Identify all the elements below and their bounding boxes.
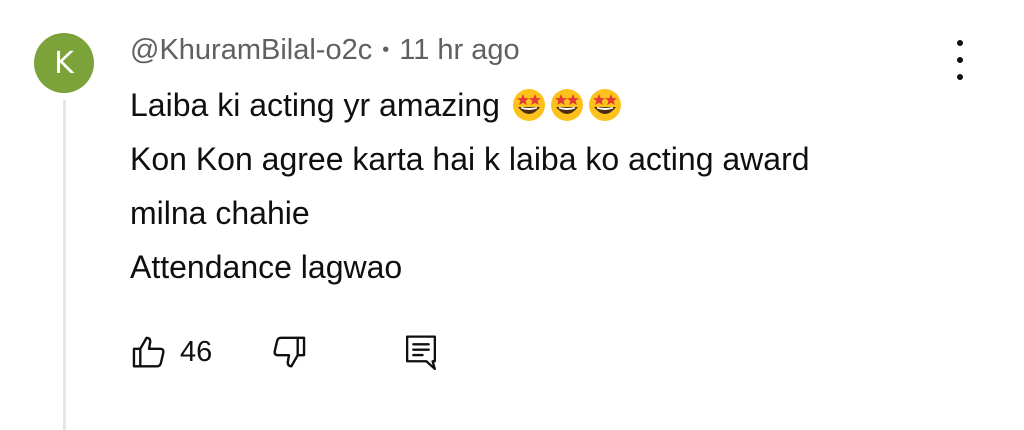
thread-line (63, 100, 66, 430)
comment-line: milna chahie (130, 195, 310, 231)
comment-meta: @KhuramBilal-o2c • 11 hr ago (130, 34, 520, 67)
avatar[interactable]: K (34, 33, 94, 93)
comment-card: K @KhuramBilal-o2c • 11 hr ago Laiba ki … (0, 0, 1024, 430)
thumbs-up-icon (132, 336, 165, 368)
reply-button[interactable] (402, 332, 440, 372)
comment-line: Attendance lagwao (130, 249, 403, 285)
comment-text: Laiba ki acting yr amazing Kon Kon agree… (130, 78, 950, 294)
comment-line: Laiba ki acting yr amazing (130, 78, 950, 132)
like-button[interactable]: 46 (130, 333, 212, 371)
comment-line: Kon Kon agree karta hai k laiba ko actin… (130, 141, 810, 177)
dislike-button[interactable] (270, 333, 308, 371)
star-struck-emoji (588, 88, 621, 121)
comment-reply-icon (406, 335, 437, 371)
emoji-group (512, 88, 626, 122)
like-count: 46 (180, 335, 213, 368)
comment-timestamp: 11 hr ago (399, 34, 520, 66)
thumbs-down-icon (273, 336, 306, 368)
author-handle[interactable]: @KhuramBilal-o2c (130, 34, 372, 67)
comment-line-text: Laiba ki acting yr amazing (130, 87, 500, 123)
avatar-letter: K (54, 45, 74, 81)
star-struck-emoji (512, 88, 545, 121)
more-dot (957, 57, 963, 63)
more-dot (957, 74, 963, 80)
meta-separator: • (382, 39, 390, 61)
more-options-button[interactable] (945, 40, 975, 80)
star-struck-emoji (550, 88, 583, 121)
comment-actions: 46 (130, 330, 440, 374)
more-dot (957, 40, 963, 46)
